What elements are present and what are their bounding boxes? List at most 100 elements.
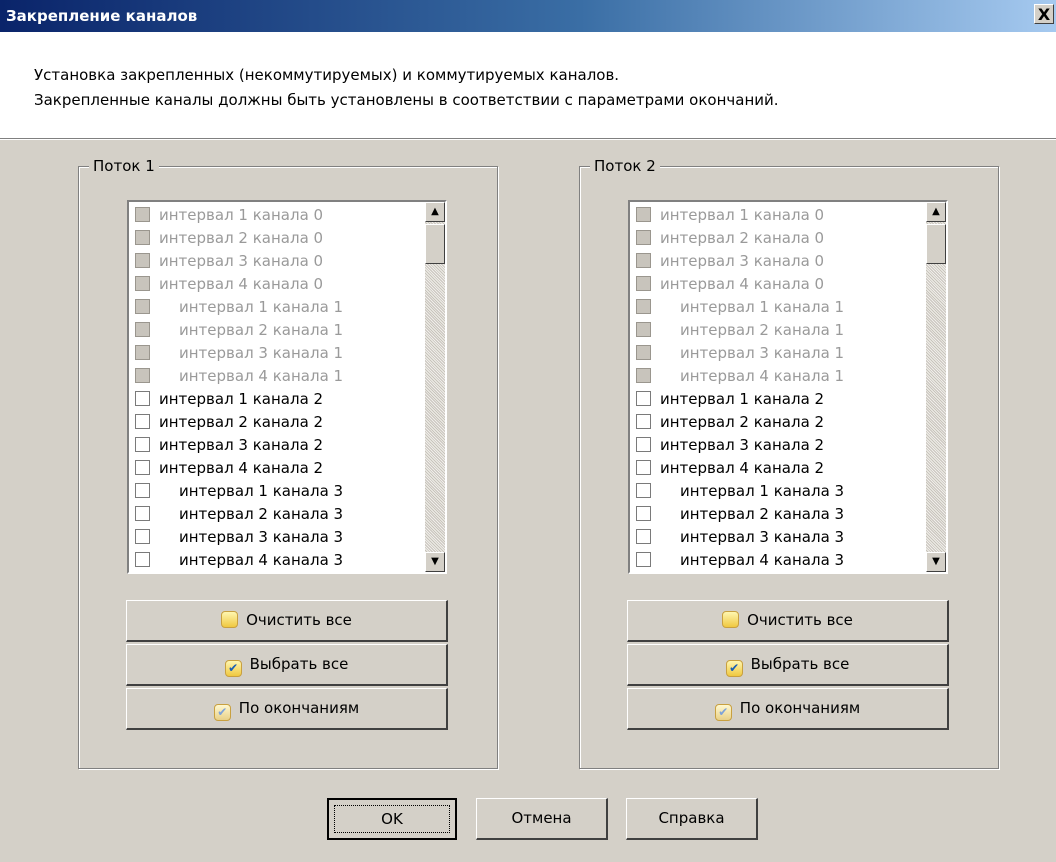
list-item-label: интервал 4 канала 0 [660, 275, 825, 293]
help-label: Справка [658, 809, 725, 827]
checkbox[interactable] [135, 552, 150, 567]
checkbox[interactable] [636, 460, 651, 475]
stream-2-by-endpoints-button[interactable]: ✔ По окончаниям [627, 688, 949, 730]
list-item: интервал 4 канала 1 [632, 365, 914, 388]
checkbox [636, 276, 651, 291]
cancel-button[interactable]: Отмена [476, 798, 608, 840]
list-item[interactable]: интервал 2 канала 2 [131, 411, 413, 434]
stream-1-channel-list[interactable]: интервал 1 канала 0 интервал 2 канала 0 ин… [127, 200, 447, 574]
checked-checkbox-icon: ✔ [725, 660, 743, 677]
checkbox [135, 276, 150, 291]
checkbox [135, 368, 150, 383]
list-item[interactable]: интервал 2 канала 3 [131, 503, 413, 526]
stream-2-clear-all-button[interactable]: Очистить все [627, 600, 949, 642]
help-button[interactable]: Справка [626, 798, 758, 840]
list-item[interactable]: интервал 4 канала 2 [131, 457, 413, 480]
checkbox[interactable] [636, 437, 651, 452]
checkbox [636, 207, 651, 222]
stream-2-title: Поток 2 [590, 155, 660, 177]
list-item-label: интервал 2 канала 2 [159, 413, 324, 431]
list-item-label: интервал 4 канала 2 [159, 459, 324, 477]
checkbox[interactable] [135, 529, 150, 544]
ok-button[interactable]: OK [327, 798, 457, 840]
list-item[interactable]: интервал 2 канала 3 [632, 503, 914, 526]
list-item[interactable]: интервал 4 канала 3 [131, 549, 413, 572]
stream-1-list-items: интервал 1 канала 0 интервал 2 канала 0 ин… [131, 204, 413, 572]
list-item: интервал 1 канала 1 [131, 296, 413, 319]
list-item[interactable]: интервал 1 канала 3 [632, 480, 914, 503]
checkbox [135, 230, 150, 245]
checkbox[interactable] [636, 552, 651, 567]
scroll-up-arrow-icon[interactable]: ▲ [926, 202, 946, 222]
list-item-label: интервал 2 канала 2 [660, 413, 825, 431]
by-endpoints-label: По окончаниям [238, 699, 360, 717]
list-item-label: интервал 3 канала 0 [660, 252, 825, 270]
clear-all-label: Очистить все [747, 611, 853, 629]
list-item-label: интервал 1 канала 3 [179, 482, 344, 500]
close-button[interactable]: X [1034, 4, 1054, 24]
checkbox [636, 368, 651, 383]
stream-1-clear-all-button[interactable]: Очистить все [126, 600, 448, 642]
list-item[interactable]: интервал 3 канала 3 [632, 526, 914, 549]
list-item[interactable]: интервал 4 канала 3 [632, 549, 914, 572]
checkbox[interactable] [135, 506, 150, 521]
checked-checkbox-icon: ✔ [224, 660, 242, 677]
checkbox[interactable] [135, 460, 150, 475]
stream-1-by-endpoints-button[interactable]: ✔ По окончаниям [126, 688, 448, 730]
list-item: интервал 1 канала 1 [632, 296, 914, 319]
list-item[interactable]: интервал 2 канала 2 [632, 411, 914, 434]
checkbox[interactable] [636, 414, 651, 429]
checkbox [636, 230, 651, 245]
checkbox[interactable] [135, 437, 150, 452]
list-item-label: интервал 3 канала 1 [680, 344, 845, 362]
list-item: интервал 3 канала 0 [632, 250, 914, 273]
checkbox[interactable] [135, 391, 150, 406]
stream-2-channel-list[interactable]: интервал 1 канала 0 интервал 2 канала 0 ин… [628, 200, 948, 574]
list-item[interactable]: интервал 3 канала 2 [632, 434, 914, 457]
checkbox[interactable] [636, 506, 651, 521]
list-item-label: интервал 3 канала 1 [179, 344, 344, 362]
list-item-label: интервал 2 канала 0 [159, 229, 324, 247]
list-item-label: интервал 2 канала 3 [680, 505, 845, 523]
list-item-label: интервал 4 канала 3 [680, 551, 845, 569]
scroll-up-arrow-icon[interactable]: ▲ [425, 202, 445, 222]
list-item[interactable]: интервал 4 канала 2 [632, 457, 914, 480]
list-item: интервал 1 канала 0 [632, 204, 914, 227]
stream-2-scrollbar[interactable]: ▲ ▼ [926, 202, 946, 572]
list-item-label: интервал 1 канала 0 [159, 206, 324, 224]
list-item: интервал 1 канала 0 [131, 204, 413, 227]
list-item: интервал 4 канала 1 [131, 365, 413, 388]
list-item[interactable]: интервал 3 канала 3 [131, 526, 413, 549]
checkbox [135, 253, 150, 268]
checkbox[interactable] [135, 414, 150, 429]
list-item-label: интервал 4 канала 3 [179, 551, 344, 569]
select-all-label: Выбрать все [249, 655, 349, 673]
stream-1-group: Поток 1 интервал 1 канала 0 интервал 2 ка… [78, 155, 498, 769]
scroll-thumb[interactable] [926, 224, 946, 264]
window-title: Закрепление каналов [6, 7, 198, 25]
scroll-down-arrow-icon[interactable]: ▼ [425, 552, 445, 572]
stream-2-select-all-button[interactable]: ✔ Выбрать все [627, 644, 949, 686]
header-panel: Установка закрепленных (некоммутируемых)… [0, 32, 1056, 139]
list-item: интервал 2 канала 1 [632, 319, 914, 342]
list-item-label: интервал 4 канала 2 [660, 459, 825, 477]
scroll-thumb[interactable] [425, 224, 445, 264]
list-item-label: интервал 1 канала 0 [660, 206, 825, 224]
checkbox[interactable] [636, 391, 651, 406]
stream-1-select-all-button[interactable]: ✔ Выбрать все [126, 644, 448, 686]
stream-1-scrollbar[interactable]: ▲ ▼ [425, 202, 445, 572]
list-item[interactable]: интервал 3 канала 2 [131, 434, 413, 457]
list-item: интервал 3 канала 1 [632, 342, 914, 365]
clear-all-label: Очистить все [246, 611, 352, 629]
checkbox[interactable] [135, 483, 150, 498]
list-item-label: интервал 1 канала 2 [159, 390, 324, 408]
list-item[interactable]: интервал 1 канала 3 [131, 480, 413, 503]
scroll-down-arrow-icon[interactable]: ▼ [926, 552, 946, 572]
stream-1-title: Поток 1 [89, 155, 159, 177]
list-item-label: интервал 4 канала 0 [159, 275, 324, 293]
checkbox[interactable] [636, 483, 651, 498]
list-item-label: интервал 2 канала 1 [179, 321, 344, 339]
list-item[interactable]: интервал 1 канала 2 [632, 388, 914, 411]
list-item[interactable]: интервал 1 канала 2 [131, 388, 413, 411]
checkbox[interactable] [636, 529, 651, 544]
